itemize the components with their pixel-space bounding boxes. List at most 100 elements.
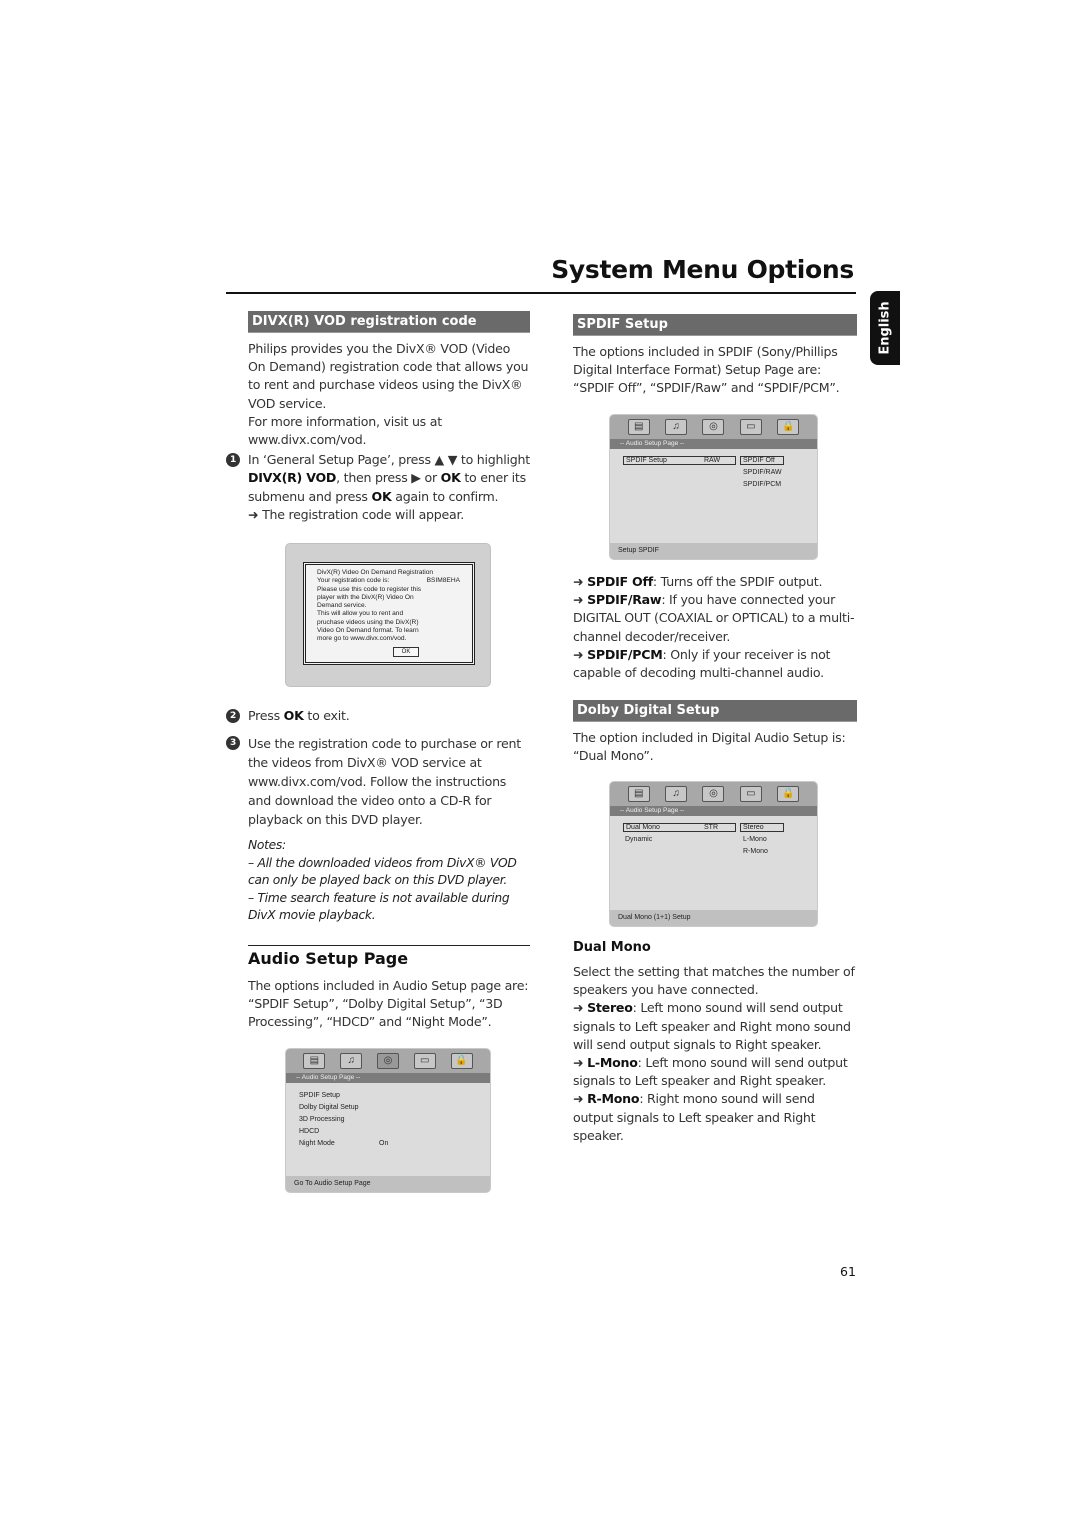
general-setup-icon: ▤	[303, 1053, 326, 1069]
arrow-icon: ➜	[573, 1000, 584, 1016]
audio-setup-icon: ♫	[665, 786, 688, 802]
option-spdif-pcm[interactable]: SPDIF/PCM	[743, 481, 781, 488]
note-item: – All the downloaded videos from DivX® V…	[248, 855, 517, 888]
dialog-line: pruchase videos using the DivX(R)	[317, 618, 419, 626]
option-r-mono[interactable]: R-Mono	[743, 848, 768, 855]
dolby-section-title: Dolby Digital Setup	[573, 700, 857, 722]
dual-mono-option-l-mono: ➜ L-Mono: Left mono sound will send outp…	[573, 1054, 857, 1090]
preference-lock-icon: 🔒	[450, 1053, 473, 1069]
general-setup-icon: ▤	[627, 786, 650, 802]
divx-step-3: 3 Use the registration code to purchase …	[226, 734, 530, 829]
menu-item-value: STR	[704, 824, 718, 831]
divx-intro: Philips provides you the DivX® VOD (Vide…	[248, 341, 529, 411]
screen-content: SPDIF Setup Dolby Digital Setup 3D Proce…	[286, 1083, 490, 1176]
option-label: SPDIF/Raw	[587, 592, 662, 608]
screen-footer: Dual Mono (1+1) Setup	[610, 910, 817, 926]
title-rule	[226, 292, 856, 294]
screen-footer: Setup SPDIF	[610, 543, 817, 559]
option-spdif-off[interactable]: SPDIF Off	[740, 456, 784, 465]
option-label: SPDIF Off	[587, 574, 653, 589]
divx-registration-screen: DivX(R) Video On Demand Registration You…	[285, 543, 491, 687]
dialog-line: Please use this code to register this	[317, 585, 422, 593]
screen-icon-bar: ▤ ♫ ◎ ▭ 🔒	[286, 1049, 490, 1073]
menu-item-label: SPDIF Setup	[626, 457, 667, 464]
audio-setup-icon: ♫	[665, 419, 688, 435]
language-tab: English	[870, 291, 900, 365]
note-item: – Time search feature is not available d…	[248, 890, 510, 923]
dialog-line: This will allow you to rent and	[317, 610, 404, 618]
dialog-ok-button[interactable]: OK	[393, 647, 419, 657]
screen-page-label: -- Audio Setup Page --	[610, 806, 817, 816]
step-text: , then press ▶ or	[336, 470, 441, 486]
dual-mono-option-r-mono: ➜ R-Mono: Right mono sound will send out…	[573, 1090, 857, 1145]
spdif-setup-screen: ▤ ♫ ◎ ▭ 🔒 -- Audio Setup Page -- SPDIF S…	[609, 414, 818, 560]
step-text: Use the registration code to purchase or…	[248, 736, 521, 828]
spdif-option-pcm: ➜ SPDIF/PCM: Only if your receiver is no…	[573, 646, 857, 682]
step-number-badge: 3	[226, 736, 240, 751]
menu-item-spdif-setup[interactable]: SPDIF Setup	[299, 1092, 340, 1099]
registration-code-row: Your registration code is: BSIM8EHA	[317, 577, 472, 585]
menu-item-dolby-digital-setup[interactable]: Dolby Digital Setup	[299, 1104, 359, 1111]
video-setup-icon: ▭	[739, 786, 762, 802]
screen-footer: Go To Audio Setup Page	[286, 1176, 490, 1192]
dolby-setup-icon: ◎	[702, 419, 725, 435]
divx-registration-dialog: DivX(R) Video On Demand Registration You…	[303, 562, 475, 665]
screen-content: Dual Mono STR Dynamic Stereo L-Mono R-Mo…	[610, 816, 817, 910]
dual-mono-intro: Select the setting that matches the numb…	[573, 964, 855, 998]
spdif-options: ➜ SPDIF Off: Turns off the SPDIF output.…	[573, 573, 857, 682]
dialog-line: more go to www.divx.com/vod.	[317, 635, 407, 643]
dolby-setup-icon: ◎	[702, 786, 725, 802]
menu-item-label: Dual Mono	[626, 824, 660, 831]
arrow-icon: ➜	[573, 1091, 584, 1107]
screen-icon-bar: ▤ ♫ ◎ ▭ 🔒	[610, 782, 817, 806]
spdif-section-title: SPDIF Setup	[573, 314, 857, 336]
menu-item-dual-mono[interactable]: Dual Mono STR	[623, 823, 736, 832]
option-label: R-Mono	[587, 1091, 640, 1107]
language-tab-label: English	[877, 301, 893, 355]
step-text: In ‘General Setup Page’, press ▲ ▼ to hi…	[248, 452, 530, 468]
preference-lock-icon: 🔒	[777, 786, 800, 802]
arrow-icon: ➜	[248, 506, 259, 522]
step-text: Press	[248, 708, 284, 723]
dual-mono-option-stereo: ➜ Stereo: Left mono sound will send outp…	[573, 999, 857, 1054]
dialog-line: Video On Demand format. To learn	[317, 627, 419, 635]
divx-section: DIVX(R) VOD registration code Philips pr…	[226, 311, 530, 524]
screen-page-label: -- Audio Setup Page --	[286, 1073, 490, 1083]
option-spdif-raw[interactable]: SPDIF/RAW	[743, 469, 782, 476]
menu-item-hdcd[interactable]: HDCD	[299, 1128, 319, 1135]
option-l-mono[interactable]: L-Mono	[743, 836, 767, 843]
code-label: Your registration code is:	[317, 577, 390, 585]
spdif-option-raw: ➜ SPDIF/Raw: If you have connected your …	[573, 591, 857, 646]
menu-item-3d-processing[interactable]: 3D Processing	[299, 1116, 345, 1123]
notes-block: Notes: – All the downloaded videos from …	[248, 837, 530, 925]
video-setup-icon: ▭	[739, 419, 762, 435]
divx-steps-continued: 2 Press OK to exit. 3 Use the registrati…	[226, 707, 530, 925]
menu-item-dynamic[interactable]: Dynamic	[625, 836, 652, 843]
option-stereo[interactable]: Stereo	[740, 823, 784, 832]
spdif-section: SPDIF Setup The options included in SPDI…	[573, 314, 857, 398]
night-mode-value: On	[379, 1140, 389, 1147]
option-label: L-Mono	[587, 1055, 638, 1071]
step-result: ➜ The registration code will appear.	[248, 506, 530, 524]
step-text-bold: OK	[283, 708, 304, 723]
dolby-setup-icon: ◎	[376, 1053, 399, 1069]
spdif-intro: The options included in SPDIF (Sony/Phil…	[573, 344, 840, 396]
screen-page-label: -- Audio Setup Page --	[610, 439, 817, 449]
divx-section-title: DIVX(R) VOD registration code	[248, 311, 530, 333]
option-label: Stereo	[587, 1000, 633, 1016]
arrow-icon: ➜	[573, 1055, 584, 1071]
audio-setup-screen: ▤ ♫ ◎ ▭ 🔒 -- Audio Setup Page -- SPDIF S…	[285, 1048, 491, 1193]
screen-icon-bar: ▤ ♫ ◎ ▭ 🔒	[610, 415, 817, 439]
general-setup-icon: ▤	[627, 419, 650, 435]
menu-item-night-mode[interactable]: Night Mode	[299, 1140, 335, 1147]
dual-mono-section: Dual Mono Select the setting that matche…	[573, 940, 857, 1145]
menu-item-spdif-setup[interactable]: SPDIF Setup RAW	[623, 456, 736, 465]
code-value: BSIM8EHA	[426, 577, 460, 585]
step-number-badge: 2	[226, 709, 240, 723]
notes-title: Notes:	[248, 838, 286, 853]
dialog-line: Demand service.	[317, 602, 367, 610]
step-text: again to confirm.	[391, 488, 499, 504]
divx-step-2: 2 Press OK to exit.	[226, 707, 530, 725]
arrow-icon: ➜	[573, 592, 584, 608]
divx-more-info: For more information, visit us at www.di…	[248, 413, 442, 448]
